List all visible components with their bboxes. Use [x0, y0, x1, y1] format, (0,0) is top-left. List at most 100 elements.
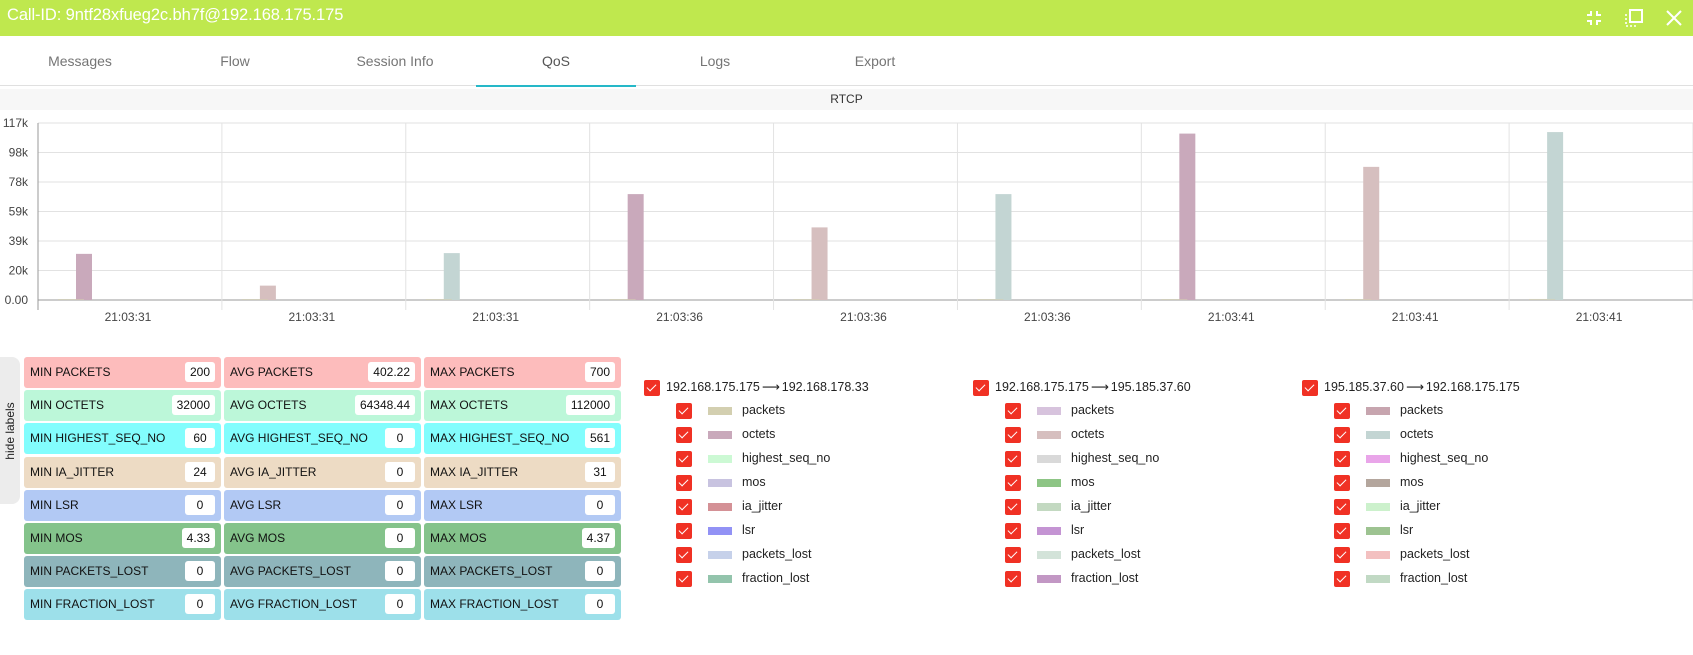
metric-checkbox[interactable] [1005, 402, 1021, 419]
stat-value: 200 [184, 362, 215, 382]
bar [609, 299, 636, 300]
stat-cell-avg-octets: AVG OCTETS 64348.44 [224, 390, 421, 422]
tab-logs[interactable]: Logs [635, 36, 795, 86]
stream-dst: 192.168.178.33 [781, 380, 869, 394]
tab-flow[interactable]: Flow [155, 36, 315, 86]
metric-checkbox[interactable] [676, 546, 692, 563]
metric-checkbox[interactable] [676, 522, 692, 539]
legend-swatch [1366, 502, 1390, 511]
metric-checkbox[interactable] [676, 498, 692, 515]
restore-icon[interactable] [1622, 6, 1646, 30]
metric-label: highest_seq_no [1071, 451, 1160, 465]
stream-checkbox[interactable] [644, 379, 660, 396]
metric-toggle-ia-jitter[interactable]: ia_jitter [676, 497, 782, 515]
metric-toggle-octets[interactable]: octets [1005, 425, 1104, 443]
stream-checkbox[interactable] [973, 379, 989, 396]
metric-checkbox[interactable] [1334, 570, 1350, 587]
stream-toggle[interactable]: 192.168.175.175 ⟶ 192.168.178.33 [644, 378, 869, 396]
hide-labels-label: hide labels [3, 401, 17, 460]
metric-toggle-highest-seq-no[interactable]: highest_seq_no [676, 449, 830, 467]
metric-checkbox[interactable] [1334, 426, 1350, 443]
metric-checkbox[interactable] [676, 474, 692, 491]
metric-label: mos [1400, 475, 1424, 489]
metric-toggle-lsr[interactable]: lsr [676, 521, 755, 539]
y-tick-label: 98k [9, 146, 29, 160]
legend-swatch [1037, 454, 1061, 463]
metric-toggle-packets-lost[interactable]: packets_lost [1005, 545, 1140, 563]
metric-checkbox[interactable] [1334, 546, 1350, 563]
metric-checkbox[interactable] [1334, 522, 1350, 539]
stat-cell-min-fraction-lost: MIN FRACTION_LOST 0 [24, 589, 221, 621]
metric-toggle-fraction-lost[interactable]: fraction_lost [1005, 569, 1138, 587]
stat-cell-avg-mos: AVG MOS 0 [224, 523, 421, 554]
stat-cell-max-fraction-lost: MAX FRACTION_LOST 0 [424, 589, 621, 621]
metric-toggle-mos[interactable]: mos [1334, 473, 1424, 491]
metric-checkbox[interactable] [1334, 498, 1350, 515]
metric-toggle-mos[interactable]: mos [1005, 473, 1095, 491]
legend-swatch [708, 574, 732, 583]
metric-toggle-ia-jitter[interactable]: ia_jitter [1334, 497, 1440, 515]
stat-label: MIN PACKETS [30, 365, 111, 379]
metric-checkbox[interactable] [676, 402, 692, 419]
stream-toggle[interactable]: 192.168.175.175 ⟶ 195.185.37.60 [973, 378, 1191, 396]
metric-label: packets [1071, 403, 1115, 417]
metric-toggle-fraction-lost[interactable]: fraction_lost [1334, 569, 1467, 587]
stat-cell-avg-lsr: AVG LSR 0 [224, 489, 421, 521]
tab-messages[interactable]: Messages [0, 36, 160, 86]
stat-label: AVG HIGHEST_SEQ_NO [230, 431, 368, 446]
metric-toggle-packets-lost[interactable]: packets_lost [676, 545, 811, 563]
hide-labels-toggle[interactable]: hide labels [0, 357, 20, 504]
bar [1179, 133, 1196, 300]
metric-label: octets [742, 427, 776, 441]
metric-checkbox[interactable] [1334, 402, 1350, 419]
metric-toggle-octets[interactable]: octets [676, 425, 775, 443]
metric-checkbox[interactable] [1334, 450, 1350, 467]
metric-toggle-highest-seq-no[interactable]: highest_seq_no [1005, 449, 1159, 467]
metric-checkbox[interactable] [1005, 498, 1021, 515]
bar [627, 194, 644, 300]
legend-swatch [1366, 574, 1390, 583]
metric-checkbox[interactable] [676, 426, 692, 443]
metric-toggle-packets[interactable]: packets [676, 401, 785, 419]
tab-bar: Messages Flow Session Info QoS Logs Expo… [0, 36, 1693, 87]
metric-checkbox[interactable] [1005, 450, 1021, 467]
metric-toggle-packets-lost[interactable]: packets_lost [1334, 545, 1469, 563]
tab-qos[interactable]: QoS [476, 36, 636, 87]
metric-checkbox[interactable] [1005, 570, 1021, 587]
close-icon[interactable] [1662, 6, 1686, 30]
bar [58, 299, 84, 300]
metric-checkbox[interactable] [1334, 474, 1350, 491]
tab-export[interactable]: Export [795, 36, 955, 86]
metric-checkbox[interactable] [676, 450, 692, 467]
tab-session-info[interactable]: Session Info [315, 36, 475, 86]
metric-toggle-lsr[interactable]: lsr [1005, 521, 1084, 539]
metric-toggle-packets[interactable]: packets [1334, 401, 1443, 419]
metric-checkbox[interactable] [676, 570, 692, 587]
stat-value: 32000 [171, 395, 215, 416]
metric-toggle-ia-jitter[interactable]: ia_jitter [1005, 497, 1111, 515]
stream-toggle[interactable]: 195.185.37.60 ⟶ 192.168.175.175 [1302, 378, 1520, 396]
metric-toggle-packets[interactable]: packets [1005, 401, 1114, 419]
stat-label: AVG IA_JITTER [230, 464, 317, 479]
metric-toggle-fraction-lost[interactable]: fraction_lost [676, 569, 809, 587]
metric-toggle-mos[interactable]: mos [676, 473, 766, 491]
stat-value: 0 [185, 561, 215, 582]
minimize-icon[interactable] [1582, 6, 1606, 30]
metric-toggle-highest-seq-no[interactable]: highest_seq_no [1334, 449, 1488, 467]
stat-label: AVG PACKETS_LOST [230, 564, 351, 579]
stream-checkbox[interactable] [1302, 379, 1318, 396]
legend-swatch [708, 526, 732, 535]
stat-value: 24 [185, 461, 215, 482]
metric-checkbox[interactable] [1005, 426, 1021, 443]
stat-label: MIN PACKETS_LOST [30, 564, 149, 579]
x-tick-label: 21:03:31 [472, 310, 519, 324]
metric-toggle-lsr[interactable]: lsr [1334, 521, 1413, 539]
metric-checkbox[interactable] [1005, 474, 1021, 491]
metric-checkbox[interactable] [1005, 546, 1021, 563]
x-tick-label: 21:03:31 [105, 310, 152, 324]
stat-cell-avg-fraction-lost: AVG FRACTION_LOST 0 [224, 589, 421, 621]
stat-label: MAX FRACTION_LOST [430, 597, 559, 612]
stat-value: 0 [385, 528, 415, 548]
metric-toggle-octets[interactable]: octets [1334, 425, 1433, 443]
metric-checkbox[interactable] [1005, 522, 1021, 539]
